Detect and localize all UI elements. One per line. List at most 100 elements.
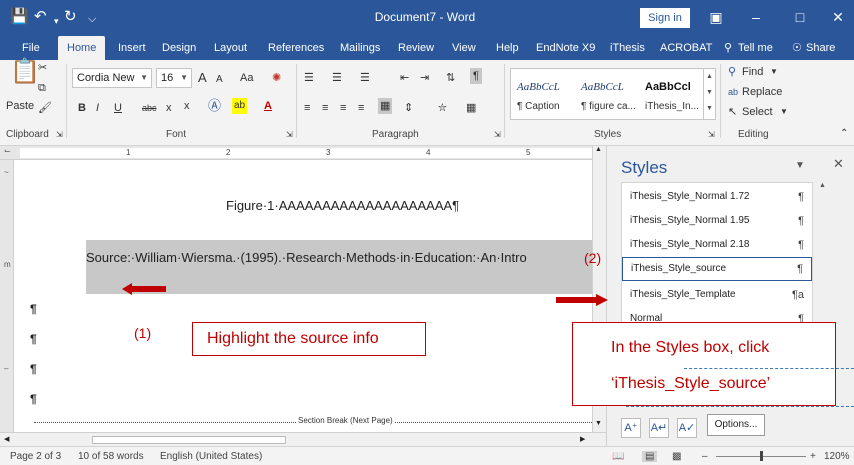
tab-review[interactable]: Review	[396, 36, 436, 60]
bold-button[interactable]: B	[78, 100, 86, 116]
replace-button[interactable]: Replace	[742, 84, 782, 100]
font-color-icon[interactable]: A	[264, 98, 272, 114]
grow-font-button[interactable]: A	[198, 70, 207, 86]
read-mode-icon[interactable]: 📖	[612, 451, 624, 462]
gallery-style-caption[interactable]: AaBbCcL ¶ Caption	[513, 73, 577, 117]
align-left-icon[interactable]: ≡	[304, 100, 310, 116]
font-launcher-icon[interactable]: ⇲	[286, 127, 293, 143]
horizontal-ruler[interactable]: ⌙ 1 2 3 4 5	[0, 146, 606, 160]
change-case-button[interactable]: Aa	[240, 70, 253, 86]
ribbon-display-options-icon[interactable]: ▣	[706, 6, 726, 28]
increase-indent-icon[interactable]: ⇥	[420, 70, 429, 86]
sign-in-button[interactable]: Sign in	[640, 8, 690, 28]
paste-button[interactable]: Paste	[6, 98, 34, 114]
select-button[interactable]: Select	[742, 104, 773, 120]
clipboard-launcher-icon[interactable]: ⇲	[56, 127, 63, 143]
gallery-style-figure-caption[interactable]: AaBbCcL ¶ figure ca...	[577, 73, 641, 117]
zoom-level[interactable]: 120%	[824, 451, 850, 462]
chevron-up-icon[interactable]: ▲	[819, 182, 826, 189]
tab-mailings[interactable]: Mailings	[338, 36, 382, 60]
web-layout-icon[interactable]: ▩	[672, 451, 681, 462]
style-item-normal-218[interactable]: iThesis_Style_Normal 2.18 ¶	[622, 233, 812, 257]
text-effects-icon[interactable]: Ⓐ	[208, 98, 221, 114]
redo-icon[interactable]: ↻	[64, 8, 77, 26]
tab-view[interactable]: View	[450, 36, 478, 60]
tab-file[interactable]: File	[20, 36, 42, 60]
save-icon[interactable]: 💾	[10, 8, 29, 26]
chevron-right-icon[interactable]: ▶	[580, 435, 585, 443]
style-inspector-icon[interactable]: A↵	[649, 418, 669, 438]
source-text[interactable]: Source:·William·Wiersma.·(1995).·Researc…	[86, 250, 527, 265]
tab-endnote[interactable]: EndNote X9	[534, 36, 597, 60]
tab-ithesis[interactable]: iThesis	[608, 36, 647, 60]
subscript-button[interactable]: x	[166, 100, 172, 116]
style-item-source[interactable]: iThesis_Style_source ¶	[622, 257, 812, 281]
print-layout-icon[interactable]: ▤	[642, 451, 658, 462]
find-button[interactable]: Find	[742, 64, 763, 80]
line-spacing-icon[interactable]: ⇕	[404, 100, 413, 116]
pane-options-icon[interactable]: ▼	[795, 160, 805, 171]
chevron-down-icon[interactable]: ▼	[704, 85, 715, 101]
figure-title[interactable]: Figure·1·AAAAAAAAAAAAAAAAAAAA¶	[226, 198, 459, 213]
shrink-font-button[interactable]: A	[216, 72, 223, 88]
cut-icon[interactable]: ✂	[38, 60, 47, 76]
superscript-button[interactable]: x	[184, 98, 190, 114]
tab-references[interactable]: References	[266, 36, 326, 60]
undo-dropdown-icon[interactable]: ▾	[54, 12, 59, 30]
tab-design[interactable]: Design	[160, 36, 198, 60]
align-right-icon[interactable]: ≡	[340, 100, 346, 116]
tab-insert[interactable]: Insert	[116, 36, 148, 60]
zoom-out-icon[interactable]: –	[702, 451, 708, 462]
close-icon[interactable]: ✕	[828, 6, 848, 28]
chevron-down-icon[interactable]: ▼	[780, 104, 788, 120]
gallery-scroll[interactable]: ▲ ▼ ▼	[703, 69, 715, 119]
strikethrough-button[interactable]: abc	[142, 100, 157, 116]
chevron-left-icon[interactable]: ◀	[4, 435, 9, 443]
tab-home[interactable]: Home	[58, 36, 106, 60]
justify-icon[interactable]: ≡	[358, 100, 364, 116]
style-item-template[interactable]: iThesis_Style_Template ¶a	[622, 283, 812, 307]
more-icon[interactable]: ▼	[704, 101, 715, 117]
shading-icon[interactable]: ⛦	[438, 100, 447, 116]
tab-layout[interactable]: Layout	[212, 36, 249, 60]
undo-icon[interactable]: ↶	[34, 8, 47, 26]
clipboard-icon[interactable]: 📋	[10, 60, 40, 84]
tab-help[interactable]: Help	[494, 36, 521, 60]
font-size-combo[interactable]: 16 ▼	[156, 68, 192, 88]
chevron-up-icon[interactable]: ▲	[595, 146, 602, 153]
numbering-icon[interactable]: ☰	[332, 70, 342, 86]
style-item-normal-172[interactable]: iThesis_Style_Normal 1.72 ¶	[622, 185, 812, 209]
decrease-indent-icon[interactable]: ⇤	[400, 70, 409, 86]
copy-icon[interactable]: ⧉	[38, 80, 46, 96]
paragraph-launcher-icon[interactable]: ⇲	[494, 127, 501, 143]
language[interactable]: English (United States)	[160, 451, 262, 462]
chevron-up-icon[interactable]: ▲	[704, 69, 715, 85]
scrollbar-thumb[interactable]	[92, 436, 286, 444]
collapse-ribbon-icon[interactable]: ⌃	[840, 126, 848, 142]
options-button[interactable]: Options...	[707, 414, 765, 436]
zoom-in-icon[interactable]: +	[810, 451, 816, 462]
styles-launcher-icon[interactable]: ⇲	[708, 127, 715, 143]
bullets-icon[interactable]: ☰	[304, 70, 314, 86]
underline-button[interactable]: U	[114, 100, 122, 116]
align-center-icon[interactable]: ≡	[322, 100, 328, 116]
font-name-combo[interactable]: Cordia New ▼	[72, 68, 152, 88]
close-pane-icon[interactable]: ✕	[833, 156, 844, 172]
manage-styles-icon[interactable]: A✓	[677, 418, 697, 438]
chevron-down-icon[interactable]: ▼	[595, 420, 602, 427]
word-count[interactable]: 10 of 58 words	[78, 451, 144, 462]
tab-selector-icon[interactable]: ⌙	[4, 146, 11, 155]
sort-icon[interactable]: ⇅	[446, 70, 455, 86]
new-style-icon[interactable]: A⁺	[621, 418, 641, 438]
multilevel-list-icon[interactable]: ☰	[360, 70, 370, 86]
gallery-style-ithesis[interactable]: AaBbCcl iThesis_In...	[641, 73, 705, 117]
tab-acrobat[interactable]: ACROBAT	[658, 36, 714, 60]
zoom-slider-handle[interactable]	[760, 451, 763, 461]
maximize-icon[interactable]: □	[790, 6, 810, 28]
page-count[interactable]: Page 2 of 3	[10, 451, 61, 462]
minimize-icon[interactable]: –	[746, 6, 766, 28]
horizontal-scrollbar[interactable]: ◀ ▶	[0, 432, 606, 446]
highlight-color-icon[interactable]: ab	[232, 98, 248, 114]
format-painter-icon[interactable]: 🖌	[38, 100, 52, 116]
customize-toolbar-icon[interactable]: ⌵	[88, 10, 96, 28]
